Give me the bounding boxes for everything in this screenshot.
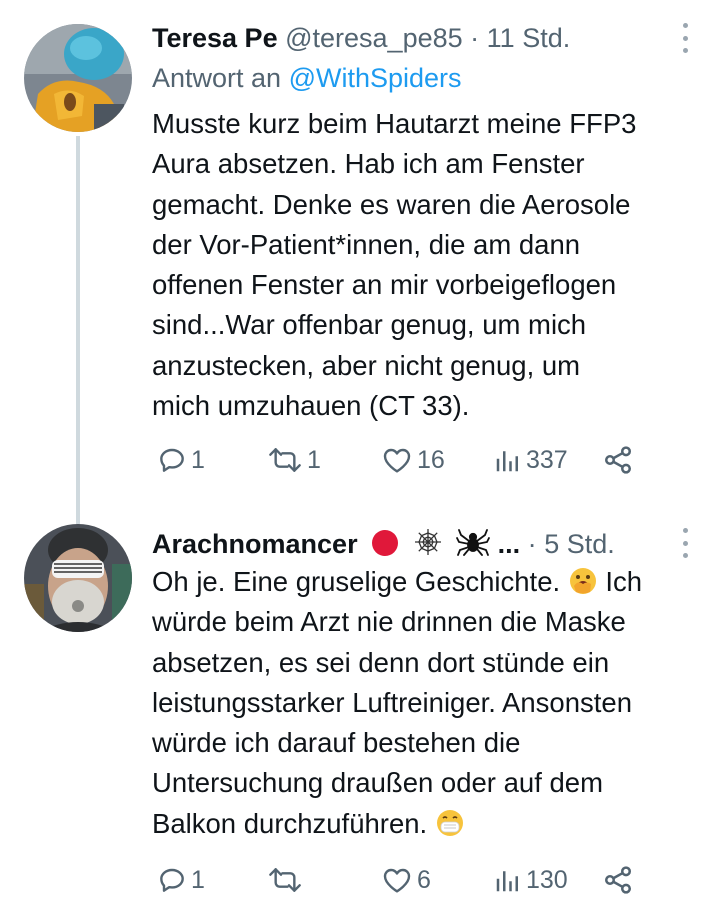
tweet-header: Teresa Pe @teresa_pe85 · 11 Std. bbox=[152, 18, 660, 58]
avatar[interactable] bbox=[24, 524, 132, 632]
reply-icon bbox=[160, 868, 184, 892]
more-options-icon[interactable] bbox=[680, 528, 690, 558]
thread-connector-line bbox=[76, 136, 80, 526]
share-button[interactable] bbox=[602, 860, 634, 900]
separator-dot: · bbox=[527, 529, 537, 559]
separator-dot: · bbox=[470, 23, 480, 53]
tweet-actions: 1 1 16 337 bbox=[150, 440, 650, 480]
timestamp[interactable]: 11 Std. bbox=[487, 23, 571, 53]
view-count: 130 bbox=[526, 865, 568, 894]
more-options-icon[interactable] bbox=[680, 23, 690, 53]
user-handle[interactable]: @teresa_pe85 bbox=[285, 23, 463, 53]
reply-context: Antwort an @WithSpiders bbox=[152, 58, 462, 98]
avatar[interactable] bbox=[24, 24, 132, 132]
red-circle-icon bbox=[372, 530, 399, 556]
retweet-button[interactable]: 1 bbox=[266, 440, 321, 480]
heart-icon bbox=[383, 868, 411, 893]
spider-icon bbox=[456, 529, 491, 556]
like-count: 6 bbox=[417, 865, 431, 894]
reply-button[interactable]: 1 bbox=[156, 440, 205, 480]
share-button[interactable] bbox=[602, 440, 634, 480]
like-button[interactable]: 16 bbox=[380, 440, 445, 480]
reply-prefix: Antwort an bbox=[152, 63, 282, 93]
view-count: 337 bbox=[526, 445, 568, 474]
face-with-hand-over-mouth-emoji bbox=[569, 568, 596, 594]
reply-icon bbox=[160, 448, 184, 472]
like-button[interactable]: 6 bbox=[380, 860, 431, 900]
views-button[interactable]: 337 bbox=[493, 440, 568, 480]
reply-mention-link[interactable]: @WithSpiders bbox=[289, 63, 462, 93]
reply-count: 1 bbox=[191, 865, 205, 894]
retweet-icon bbox=[269, 448, 301, 472]
views-bar-chart-icon bbox=[496, 451, 518, 472]
like-count: 16 bbox=[417, 445, 445, 474]
reply-count: 1 bbox=[191, 445, 205, 474]
tweet[interactable]: Teresa Pe @teresa_pe85 · 11 Std. Antwort… bbox=[0, 0, 720, 526]
views-bar-chart-icon bbox=[496, 871, 518, 892]
share-icon bbox=[605, 866, 631, 894]
reply-button[interactable]: 1 bbox=[156, 860, 205, 900]
spider-web-icon bbox=[414, 529, 441, 555]
retweet-icon bbox=[269, 868, 301, 892]
tweet-header: Arachnomancer ... · 5 Std. bbox=[152, 524, 660, 564]
tweet-text: Musste kurz beim Hautarzt meine FFP3 Aur… bbox=[152, 108, 637, 422]
tweet-text-part: Oh je. Eine gruselige Geschichte. bbox=[152, 566, 568, 597]
share-icon bbox=[605, 446, 631, 474]
heart-icon bbox=[383, 448, 411, 473]
views-button[interactable]: 130 bbox=[493, 860, 568, 900]
display-name[interactable]: Arachnomancer bbox=[152, 529, 358, 559]
retweet-button[interactable] bbox=[266, 860, 307, 900]
tweet-text: Oh je. Eine gruselige Geschichte. Ich wü… bbox=[152, 562, 697, 844]
display-name[interactable]: Teresa Pe bbox=[152, 23, 278, 53]
name-ellipsis: ... bbox=[497, 529, 521, 559]
face-with-medical-mask-emoji bbox=[436, 809, 463, 836]
tweet-actions: 1 6 130 bbox=[150, 860, 650, 900]
tweet-text-part: Ich würde beim Arzt nie drinnen die Mask… bbox=[152, 566, 643, 839]
tweet[interactable]: Arachnomancer ... · 5 Std. Oh je. Eine g… bbox=[0, 506, 720, 911]
timestamp[interactable]: 5 Std. bbox=[544, 529, 615, 559]
retweet-count: 1 bbox=[307, 445, 321, 474]
